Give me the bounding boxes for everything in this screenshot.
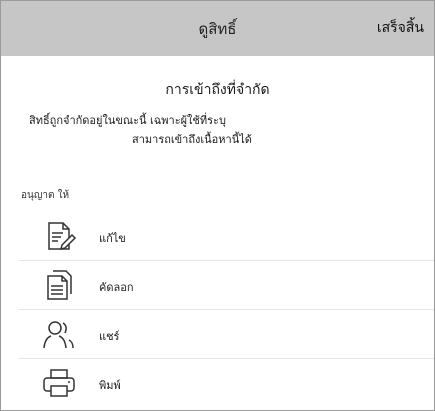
- permission-item-print: พิมพ์: [19, 359, 434, 407]
- edit-document-icon: [41, 220, 77, 252]
- restriction-description: สิทธิ์ถูกจำกัดอยู่ในขณะนี้ เฉพาะผู้ใช้ที…: [29, 111, 359, 149]
- permission-item-edit: แก้ไข: [19, 212, 434, 261]
- header-bar: ดูสิทธิ์ เสร็จสิ้น: [1, 1, 434, 56]
- restriction-description-line1: สิทธิ์ถูกจำกัดอยู่ในขณะนี้ เฉพาะผู้ใช้ที…: [29, 114, 226, 127]
- restriction-description-line2: สามารถเข้าถึงเนื้อหานี้ได้: [132, 133, 252, 146]
- page-title: ดูสิทธิ์: [198, 20, 237, 38]
- permission-label-copy: คัดลอก: [99, 281, 134, 294]
- permission-label-share: แชร์: [99, 330, 120, 343]
- allow-heading: อนุญาต ให้: [21, 190, 70, 201]
- permission-item-copy: คัดลอก: [19, 261, 434, 310]
- printer-icon: [41, 367, 77, 399]
- copy-document-icon: [41, 269, 77, 301]
- done-button[interactable]: เสร็จสิ้น: [377, 17, 424, 39]
- restriction-title: การเข้าถึงที่จำกัด: [165, 82, 270, 98]
- permission-item-share: แชร์: [19, 310, 434, 359]
- permissions-panel: ดูสิทธิ์ เสร็จสิ้น การเข้าถึงที่จำกัด สิ…: [0, 0, 435, 411]
- permission-label-print: พิมพ์: [99, 379, 121, 392]
- permission-list: แก้ไข คัดลอก แชร์ พิมพ์: [19, 212, 434, 407]
- share-icon: [41, 318, 77, 350]
- permission-label-edit: แก้ไข: [99, 232, 126, 245]
